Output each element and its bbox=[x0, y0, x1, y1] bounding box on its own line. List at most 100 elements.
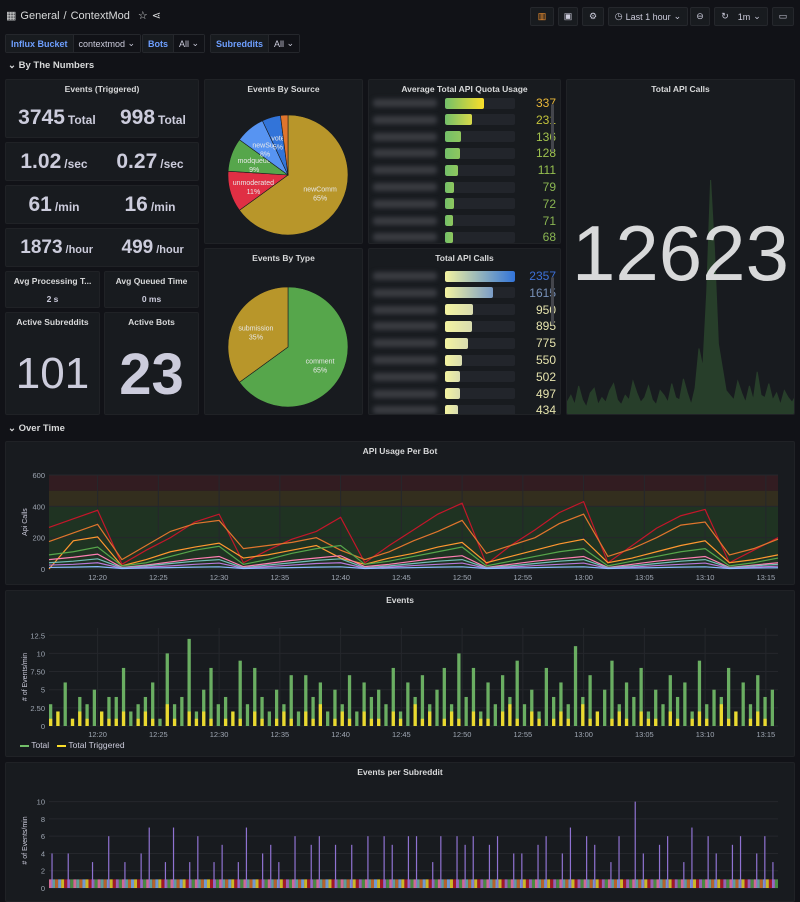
subreddit-bar bbox=[137, 879, 141, 888]
subreddit-bar bbox=[176, 879, 180, 888]
subreddit-bar bbox=[70, 879, 74, 888]
subreddit-bar bbox=[361, 879, 365, 888]
slice-name: vote bbox=[271, 135, 284, 142]
bot-name-redacted bbox=[373, 132, 438, 141]
add-panel-icon: ▥ bbox=[537, 11, 547, 21]
subreddit-bar bbox=[598, 879, 602, 888]
subreddit-bar bbox=[569, 827, 572, 888]
variable-select[interactable]: All ⌄ bbox=[173, 35, 205, 52]
stat-value: 16/min bbox=[124, 193, 176, 216]
event-bar bbox=[493, 704, 497, 726]
variable-select[interactable]: contextmod ⌄ bbox=[72, 35, 141, 52]
subreddit-bar bbox=[756, 853, 758, 888]
event-bar bbox=[377, 718, 381, 726]
bot-name-redacted bbox=[373, 389, 438, 398]
bar-track bbox=[445, 97, 516, 109]
event-bar bbox=[449, 711, 454, 726]
variable-select[interactable]: All ⌄ bbox=[268, 35, 300, 52]
scrollbar[interactable] bbox=[551, 277, 554, 325]
x-tick-label: 13:05 bbox=[635, 573, 654, 582]
slice-percent: 65% bbox=[313, 195, 327, 202]
refresh-picker[interactable]: ↻ 1m ⌄ bbox=[714, 7, 768, 26]
event-bar bbox=[683, 682, 687, 726]
event-bar bbox=[675, 718, 680, 726]
subreddit-bar bbox=[650, 879, 654, 888]
bar-gauge-row: 775 bbox=[373, 336, 556, 350]
variable-influx-bucket[interactable]: Influx Bucket contextmod ⌄ bbox=[5, 34, 142, 53]
y-tick-label: 200 bbox=[32, 534, 45, 543]
bar-track bbox=[445, 215, 516, 227]
stat-value: 61/min bbox=[28, 193, 80, 216]
subreddit-bar bbox=[100, 879, 104, 888]
event-bar bbox=[231, 711, 235, 726]
bar-fill bbox=[445, 181, 455, 193]
subreddit-bar bbox=[629, 879, 633, 888]
row-by-the-numbers[interactable]: ⌄ By The Numbers bbox=[8, 60, 94, 71]
star-icon[interactable]: ☆ bbox=[138, 9, 148, 22]
bar-value: 1615 bbox=[529, 285, 556, 300]
event-bar bbox=[151, 718, 155, 726]
events-by-source-panel: Events By Source newComm 65% unmoderated 11%… bbox=[204, 79, 363, 244]
bar-fill bbox=[445, 114, 473, 126]
share-icon[interactable]: ⋖ bbox=[152, 9, 161, 22]
variable-bots[interactable]: Bots All ⌄ bbox=[142, 34, 206, 53]
add-panel-button[interactable]: ▥ bbox=[530, 7, 554, 26]
save-button[interactable]: ▣ bbox=[558, 7, 578, 26]
settings-button[interactable]: ⚙ bbox=[582, 7, 604, 26]
subreddit-bar bbox=[88, 879, 92, 888]
subreddit-bar bbox=[383, 836, 385, 888]
time-picker[interactable]: ◷ Last 1 hour ⌄ bbox=[608, 7, 688, 26]
variable-label: Bots bbox=[143, 35, 173, 52]
y-tick-label: 5 bbox=[41, 686, 45, 695]
event-bar bbox=[413, 704, 417, 726]
subreddit-bar bbox=[76, 879, 80, 888]
subreddit-bar bbox=[443, 879, 447, 888]
event-bar bbox=[530, 711, 534, 726]
event-bar bbox=[165, 704, 169, 726]
stat-value: 1873/hour bbox=[20, 237, 94, 258]
x-tick-label: 12:30 bbox=[210, 730, 229, 739]
event-bar bbox=[741, 682, 745, 726]
api-usage-per-bot-panel: API Usage Per Bot 0 200 400 600 12:20 12:25 12:… bbox=[5, 441, 795, 585]
subreddit-bar bbox=[351, 844, 353, 888]
subreddit-bar bbox=[112, 879, 116, 888]
event-bar bbox=[282, 711, 286, 726]
event-bar bbox=[384, 704, 388, 726]
subreddit-bar bbox=[234, 879, 238, 888]
subreddit-bar bbox=[240, 879, 244, 888]
subreddit-bar bbox=[197, 836, 199, 888]
subreddit-bar bbox=[346, 879, 350, 888]
row-over-time[interactable]: ⌄ Over Time bbox=[8, 423, 65, 434]
bar-gauge-row: 434 bbox=[373, 403, 556, 415]
event-bar bbox=[369, 718, 374, 726]
event-bar bbox=[632, 696, 636, 726]
x-tick-label: 12:20 bbox=[88, 730, 107, 739]
subreddit-bar bbox=[638, 879, 642, 888]
subreddit-bar bbox=[747, 879, 751, 888]
event-bar bbox=[690, 718, 694, 726]
bar-value: 950 bbox=[535, 302, 556, 317]
api-usage-chart: 0 200 400 600 12:20 12:25 12:30 12:35 12:40 12:45… bbox=[22, 471, 779, 582]
event-bar bbox=[479, 718, 483, 726]
breadcrumb-folder[interactable]: General bbox=[20, 10, 59, 22]
time-range-label: Last 1 hour bbox=[625, 11, 671, 22]
bar-value: 434 bbox=[535, 403, 556, 415]
subreddit-bar bbox=[298, 879, 302, 888]
breadcrumb: ▦ General / ContextMod ☆ ⋖ bbox=[6, 9, 161, 23]
event-bar bbox=[668, 711, 672, 726]
legend-item-total[interactable]: Total bbox=[20, 740, 49, 750]
scrollbar[interactable] bbox=[551, 104, 554, 152]
zoom-out-button[interactable]: ⊖ bbox=[690, 7, 710, 26]
apps-icon[interactable]: ▦ bbox=[6, 9, 16, 22]
subreddit-bar bbox=[739, 836, 742, 888]
subreddit-bar bbox=[425, 879, 429, 888]
tv-mode-button[interactable]: ▭ bbox=[772, 7, 794, 26]
subreddit-bar bbox=[634, 801, 636, 888]
dashboard-title[interactable]: ContextMod bbox=[71, 10, 130, 22]
subreddit-bar bbox=[731, 844, 734, 888]
bot-name-redacted bbox=[373, 199, 438, 208]
legend-item-total-triggered[interactable]: Total Triggered bbox=[57, 740, 125, 750]
subreddit-bar bbox=[601, 879, 605, 888]
variable-subreddits[interactable]: Subreddits All ⌄ bbox=[210, 34, 301, 53]
x-tick-label: 12:50 bbox=[453, 573, 472, 582]
